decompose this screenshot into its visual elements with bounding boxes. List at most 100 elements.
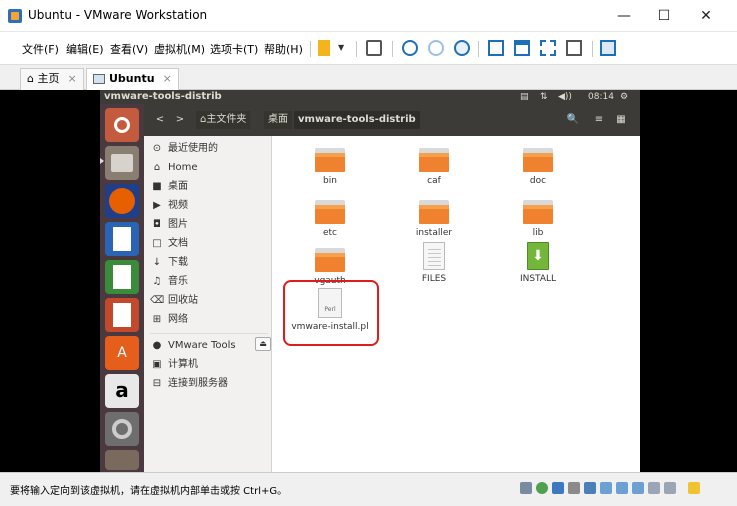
menu-vm[interactable]: 虚拟机(M) bbox=[154, 41, 205, 57]
sidebar-item-label: Home bbox=[168, 162, 198, 173]
server-icon: ⊟ bbox=[152, 378, 162, 389]
dvd-icon[interactable] bbox=[105, 450, 139, 470]
sidebar-item-documents[interactable]: □ 文档 bbox=[150, 235, 268, 253]
view-options-icon[interactable]: ▦ bbox=[612, 110, 630, 130]
printer-icon[interactable] bbox=[600, 482, 612, 494]
device-icon[interactable] bbox=[664, 482, 676, 494]
usb-icon[interactable] bbox=[568, 482, 580, 494]
sidebar-item-label: 回收站 bbox=[168, 295, 198, 306]
message-log-icon[interactable] bbox=[688, 482, 700, 494]
vm-icon bbox=[93, 74, 105, 84]
file-item-install[interactable]: ⬇ INSTALL bbox=[498, 242, 578, 285]
file-item-etc[interactable]: etc bbox=[290, 200, 370, 239]
file-item-caf[interactable]: caf bbox=[394, 148, 474, 187]
display-icon[interactable] bbox=[616, 482, 628, 494]
impress-icon[interactable] bbox=[105, 298, 139, 332]
back-button[interactable]: < bbox=[152, 110, 168, 130]
folder-icon bbox=[523, 200, 553, 224]
send-ctrl-alt-del-icon[interactable] bbox=[366, 40, 382, 56]
file-name: INSTALL bbox=[519, 274, 557, 284]
file-item-lib[interactable]: lib bbox=[498, 200, 578, 239]
sidebar-item-network[interactable]: ⊞ 网络 bbox=[150, 311, 268, 329]
files-icon[interactable] bbox=[105, 146, 139, 180]
minimize-button[interactable]: — bbox=[612, 6, 636, 26]
sound-card-icon[interactable] bbox=[584, 482, 596, 494]
sidebar-item-recent[interactable]: ⊙ 最近使用的 bbox=[150, 140, 268, 158]
status-message: 要将输入定向到该虚拟机，请在虚拟机内部单击或按 Ctrl+G。 bbox=[10, 486, 288, 497]
active-window-name: vmware-tools-distrib bbox=[104, 91, 222, 102]
console-view-icon[interactable] bbox=[488, 40, 504, 56]
file-item-bin[interactable]: bin bbox=[290, 148, 370, 187]
thumbnail-view-icon[interactable] bbox=[600, 40, 616, 56]
window-titlebar: Ubuntu - VMware Workstation — ☐ ✕ bbox=[0, 0, 737, 32]
tab-ubuntu-label: Ubuntu bbox=[109, 72, 155, 85]
writer-icon[interactable] bbox=[105, 222, 139, 256]
software-center-icon[interactable]: A bbox=[105, 336, 139, 370]
sidebar-item-connect-server[interactable]: ⊟ 连接到服务器 bbox=[150, 375, 268, 393]
amazon-icon[interactable]: a bbox=[105, 374, 139, 408]
crumb-desktop[interactable]: 桌面 bbox=[264, 111, 292, 129]
crumb-home[interactable]: ⌂主文件夹 bbox=[196, 111, 251, 129]
sidebar-item-desktop[interactable]: ■ 桌面 bbox=[150, 178, 268, 196]
calc-icon[interactable] bbox=[105, 260, 139, 294]
sidebar-item-pictures[interactable]: ◘ 图片 bbox=[150, 216, 268, 234]
sidebar-item-vmware-tools[interactable]: ● VMware Tools ⏏ bbox=[150, 337, 271, 355]
sidebar-item-downloads[interactable]: ↓ 下载 bbox=[150, 254, 268, 272]
file-name: FILES bbox=[421, 274, 447, 284]
full-screen-icon[interactable] bbox=[514, 40, 530, 56]
file-item-doc[interactable]: doc bbox=[498, 148, 578, 187]
menu-help[interactable]: 帮助(H) bbox=[264, 41, 303, 57]
places-sidebar: ⊙ 最近使用的 ⌂ Home ■ 桌面 ▶ 视频 ◘ 图片 □ 文档 ↓ 下载 ♫ 音乐 ⌫ 回收… bbox=[144, 136, 272, 472]
trash-icon: ⌫ bbox=[150, 295, 165, 306]
sidebar-item-home[interactable]: ⌂ Home bbox=[150, 159, 268, 177]
crumb-current-folder[interactable]: vmware-tools-distrib bbox=[294, 111, 420, 129]
cd-dvd-icon[interactable] bbox=[536, 482, 548, 494]
network-icon[interactable]: ⇅ bbox=[540, 90, 548, 104]
maximize-button[interactable]: ☐ bbox=[652, 6, 676, 26]
eject-icon[interactable]: ⏏ bbox=[255, 337, 271, 351]
file-item-installer[interactable]: installer bbox=[394, 200, 474, 239]
sidebar-item-computer[interactable]: ▣ 计算机 bbox=[150, 356, 268, 374]
tab-close-icon[interactable]: × bbox=[67, 72, 76, 85]
hard-disk-icon[interactable] bbox=[520, 482, 532, 494]
dropdown-arrow-icon[interactable]: ▼ bbox=[338, 40, 356, 56]
sidebar-item-trash[interactable]: ⌫ 回收站 bbox=[150, 292, 268, 310]
sidebar-item-label: 音乐 bbox=[168, 276, 188, 287]
tab-ubuntu[interactable]: Ubuntu × bbox=[86, 68, 179, 90]
revert-snapshot-icon[interactable] bbox=[428, 40, 444, 56]
tab-close-icon[interactable]: × bbox=[163, 72, 172, 85]
stretch-icon[interactable] bbox=[566, 40, 582, 56]
file-item-files[interactable]: FILES bbox=[394, 242, 474, 285]
network-adapter-icon[interactable] bbox=[552, 482, 564, 494]
system-settings-icon[interactable] bbox=[105, 412, 139, 446]
sidebar-item-music[interactable]: ♫ 音乐 bbox=[150, 273, 268, 291]
snapshot-manager-icon[interactable] bbox=[454, 40, 470, 56]
keyboard-indicator-icon[interactable]: ▤ bbox=[520, 90, 529, 104]
volume-icon[interactable]: ◀)) bbox=[558, 90, 572, 104]
dash-icon[interactable] bbox=[105, 108, 139, 142]
tab-home[interactable]: ⌂ 主页 × bbox=[20, 68, 84, 90]
vmware-app-icon bbox=[8, 9, 22, 23]
snapshot-icon[interactable] bbox=[402, 40, 418, 56]
file-name: caf bbox=[427, 176, 441, 186]
forward-button[interactable]: > bbox=[172, 110, 188, 130]
list-view-icon[interactable]: ≡ bbox=[590, 110, 608, 130]
sidebar-item-videos[interactable]: ▶ 视频 bbox=[150, 197, 268, 215]
network-icon: ⊞ bbox=[152, 314, 162, 325]
menu-file[interactable]: 文件(F) bbox=[22, 41, 59, 57]
menu-edit[interactable]: 编辑(E) bbox=[66, 41, 104, 57]
pause-icon[interactable] bbox=[318, 40, 330, 56]
folder-icon bbox=[315, 200, 345, 224]
search-icon[interactable]: 🔍 bbox=[564, 110, 582, 130]
clock[interactable]: 08:14 bbox=[588, 90, 614, 104]
device-icon[interactable] bbox=[648, 482, 660, 494]
close-button[interactable]: ✕ bbox=[694, 6, 718, 26]
firefox-icon[interactable] bbox=[105, 184, 139, 218]
settings-icon[interactable]: ⚙ bbox=[620, 90, 628, 104]
unity-icon[interactable] bbox=[540, 40, 556, 56]
menu-tabs[interactable]: 选项卡(T) bbox=[210, 41, 258, 57]
menu-view[interactable]: 查看(V) bbox=[110, 41, 148, 57]
device-icon[interactable] bbox=[632, 482, 644, 494]
home-icon: ⌂ bbox=[27, 72, 38, 85]
sidebar-item-label: 计算机 bbox=[168, 359, 198, 370]
